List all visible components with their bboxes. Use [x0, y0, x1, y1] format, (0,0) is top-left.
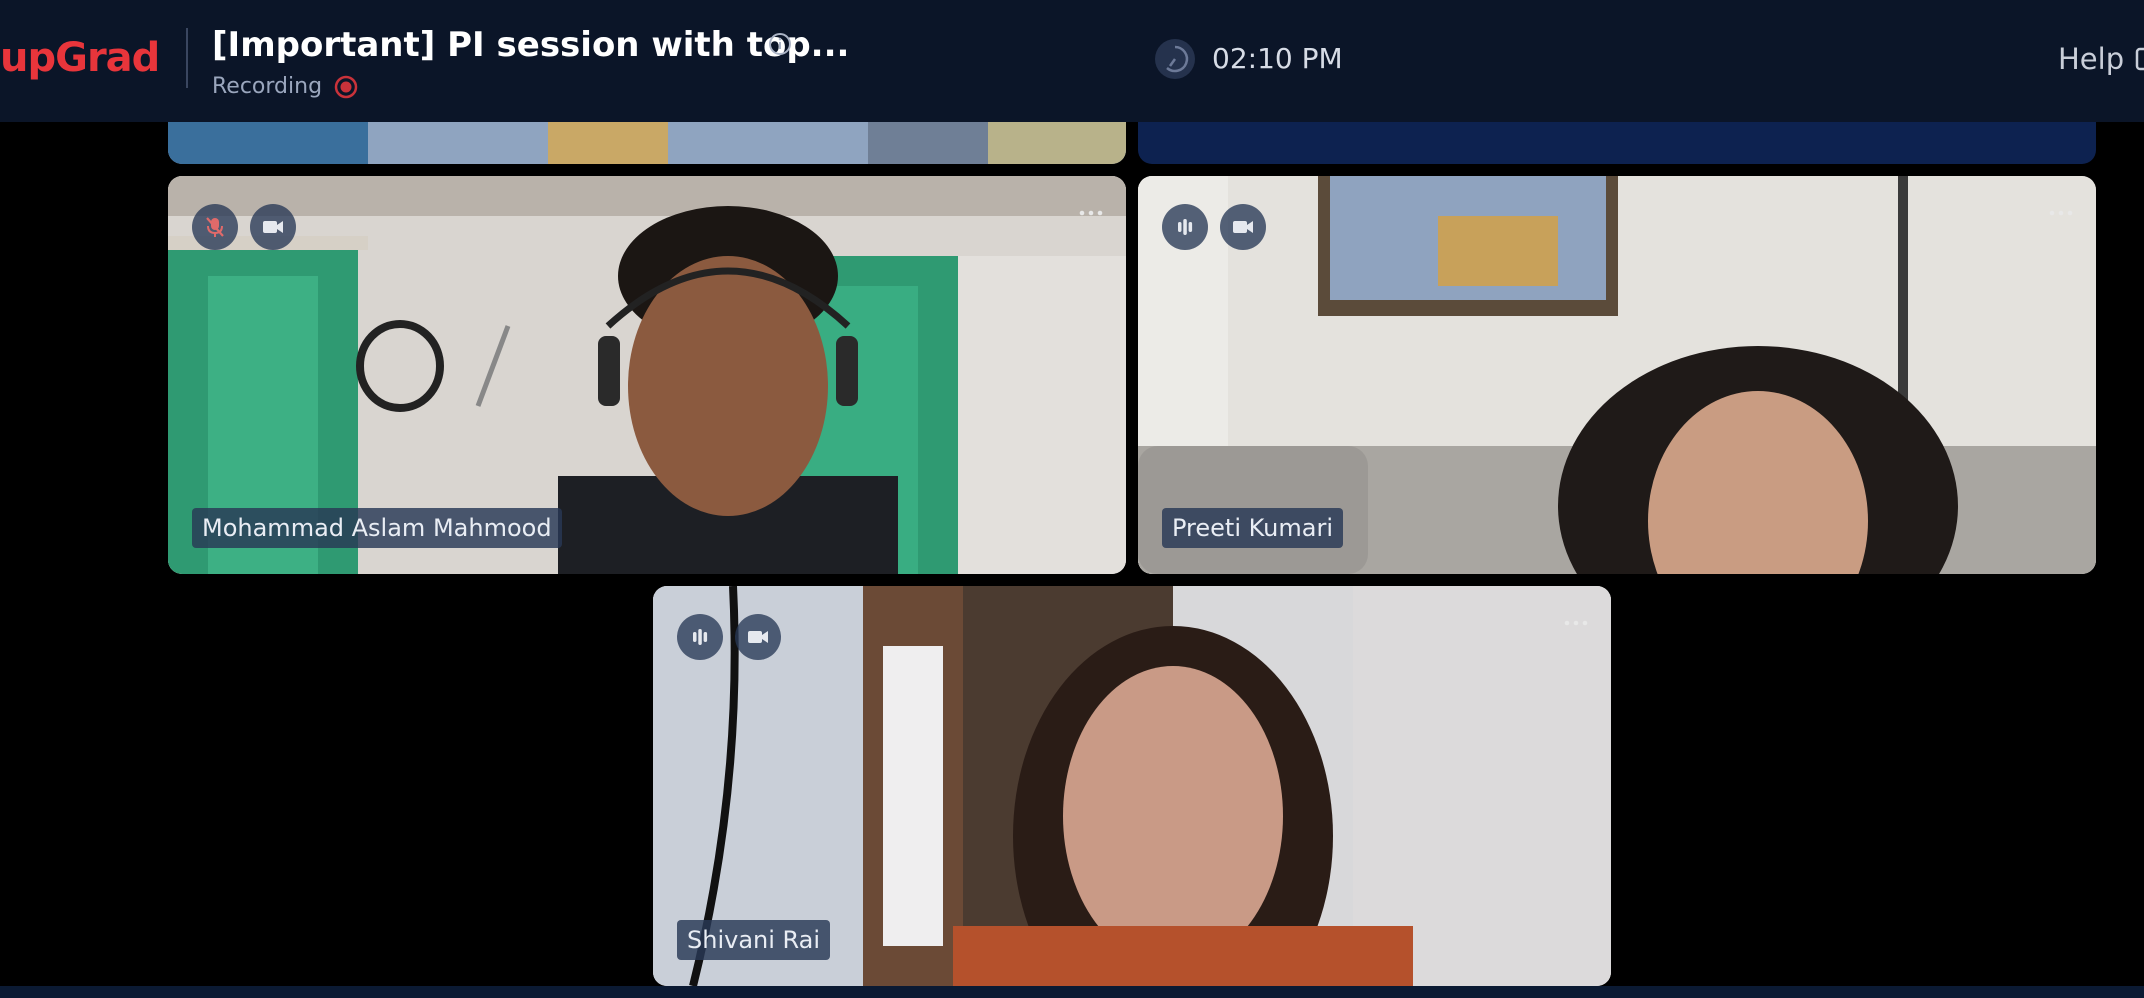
video-camera-icon [263, 221, 283, 233]
info-icon[interactable] [768, 32, 792, 56]
participant-name: Shivani Rai [677, 920, 831, 960]
recording-status: Recording [212, 72, 358, 102]
clock-time: 02:10 PM [1212, 42, 1343, 75]
more-options-icon[interactable] [1561, 608, 1591, 638]
top-bar: upGrad [Important] PI session with top..… [0, 0, 2144, 122]
participant-name: Preeti Kumari [1162, 508, 1344, 548]
video-tile-shivani[interactable]: Shivani Rai [653, 586, 1611, 986]
audio-level-button[interactable] [677, 614, 723, 660]
audio-level-button[interactable] [1162, 204, 1208, 250]
video-camera-icon [748, 631, 768, 643]
external-link-icon[interactable] [2134, 46, 2144, 72]
mic-muted-button[interactable] [192, 204, 238, 250]
header-divider [186, 28, 188, 88]
audio-level-icon [693, 629, 708, 645]
more-options-icon[interactable] [2046, 198, 2076, 228]
bottom-bar [0, 986, 2144, 998]
record-icon [334, 75, 358, 99]
session-title: [Important] PI session with top... [212, 25, 850, 65]
video-tile-mohammad[interactable]: Mohammad Aslam Mahmood [168, 176, 1126, 574]
camera-button[interactable] [1220, 204, 1266, 250]
camera-button[interactable] [735, 614, 781, 660]
camera-button[interactable] [250, 204, 296, 250]
video-tile-preeti[interactable]: Preeti Kumari [1138, 176, 2096, 574]
recording-label: Recording [212, 74, 323, 99]
participant-name: Mohammad Aslam Mahmood [192, 508, 562, 548]
upgrad-logo: upGrad [0, 35, 160, 81]
video-camera-icon [1233, 221, 1253, 233]
help-button[interactable]: Help [2058, 40, 2124, 78]
clock-icon [1155, 39, 1195, 79]
more-options-icon[interactable] [1076, 198, 1106, 228]
audio-level-icon [1178, 219, 1193, 235]
mic-off-icon [206, 217, 224, 237]
